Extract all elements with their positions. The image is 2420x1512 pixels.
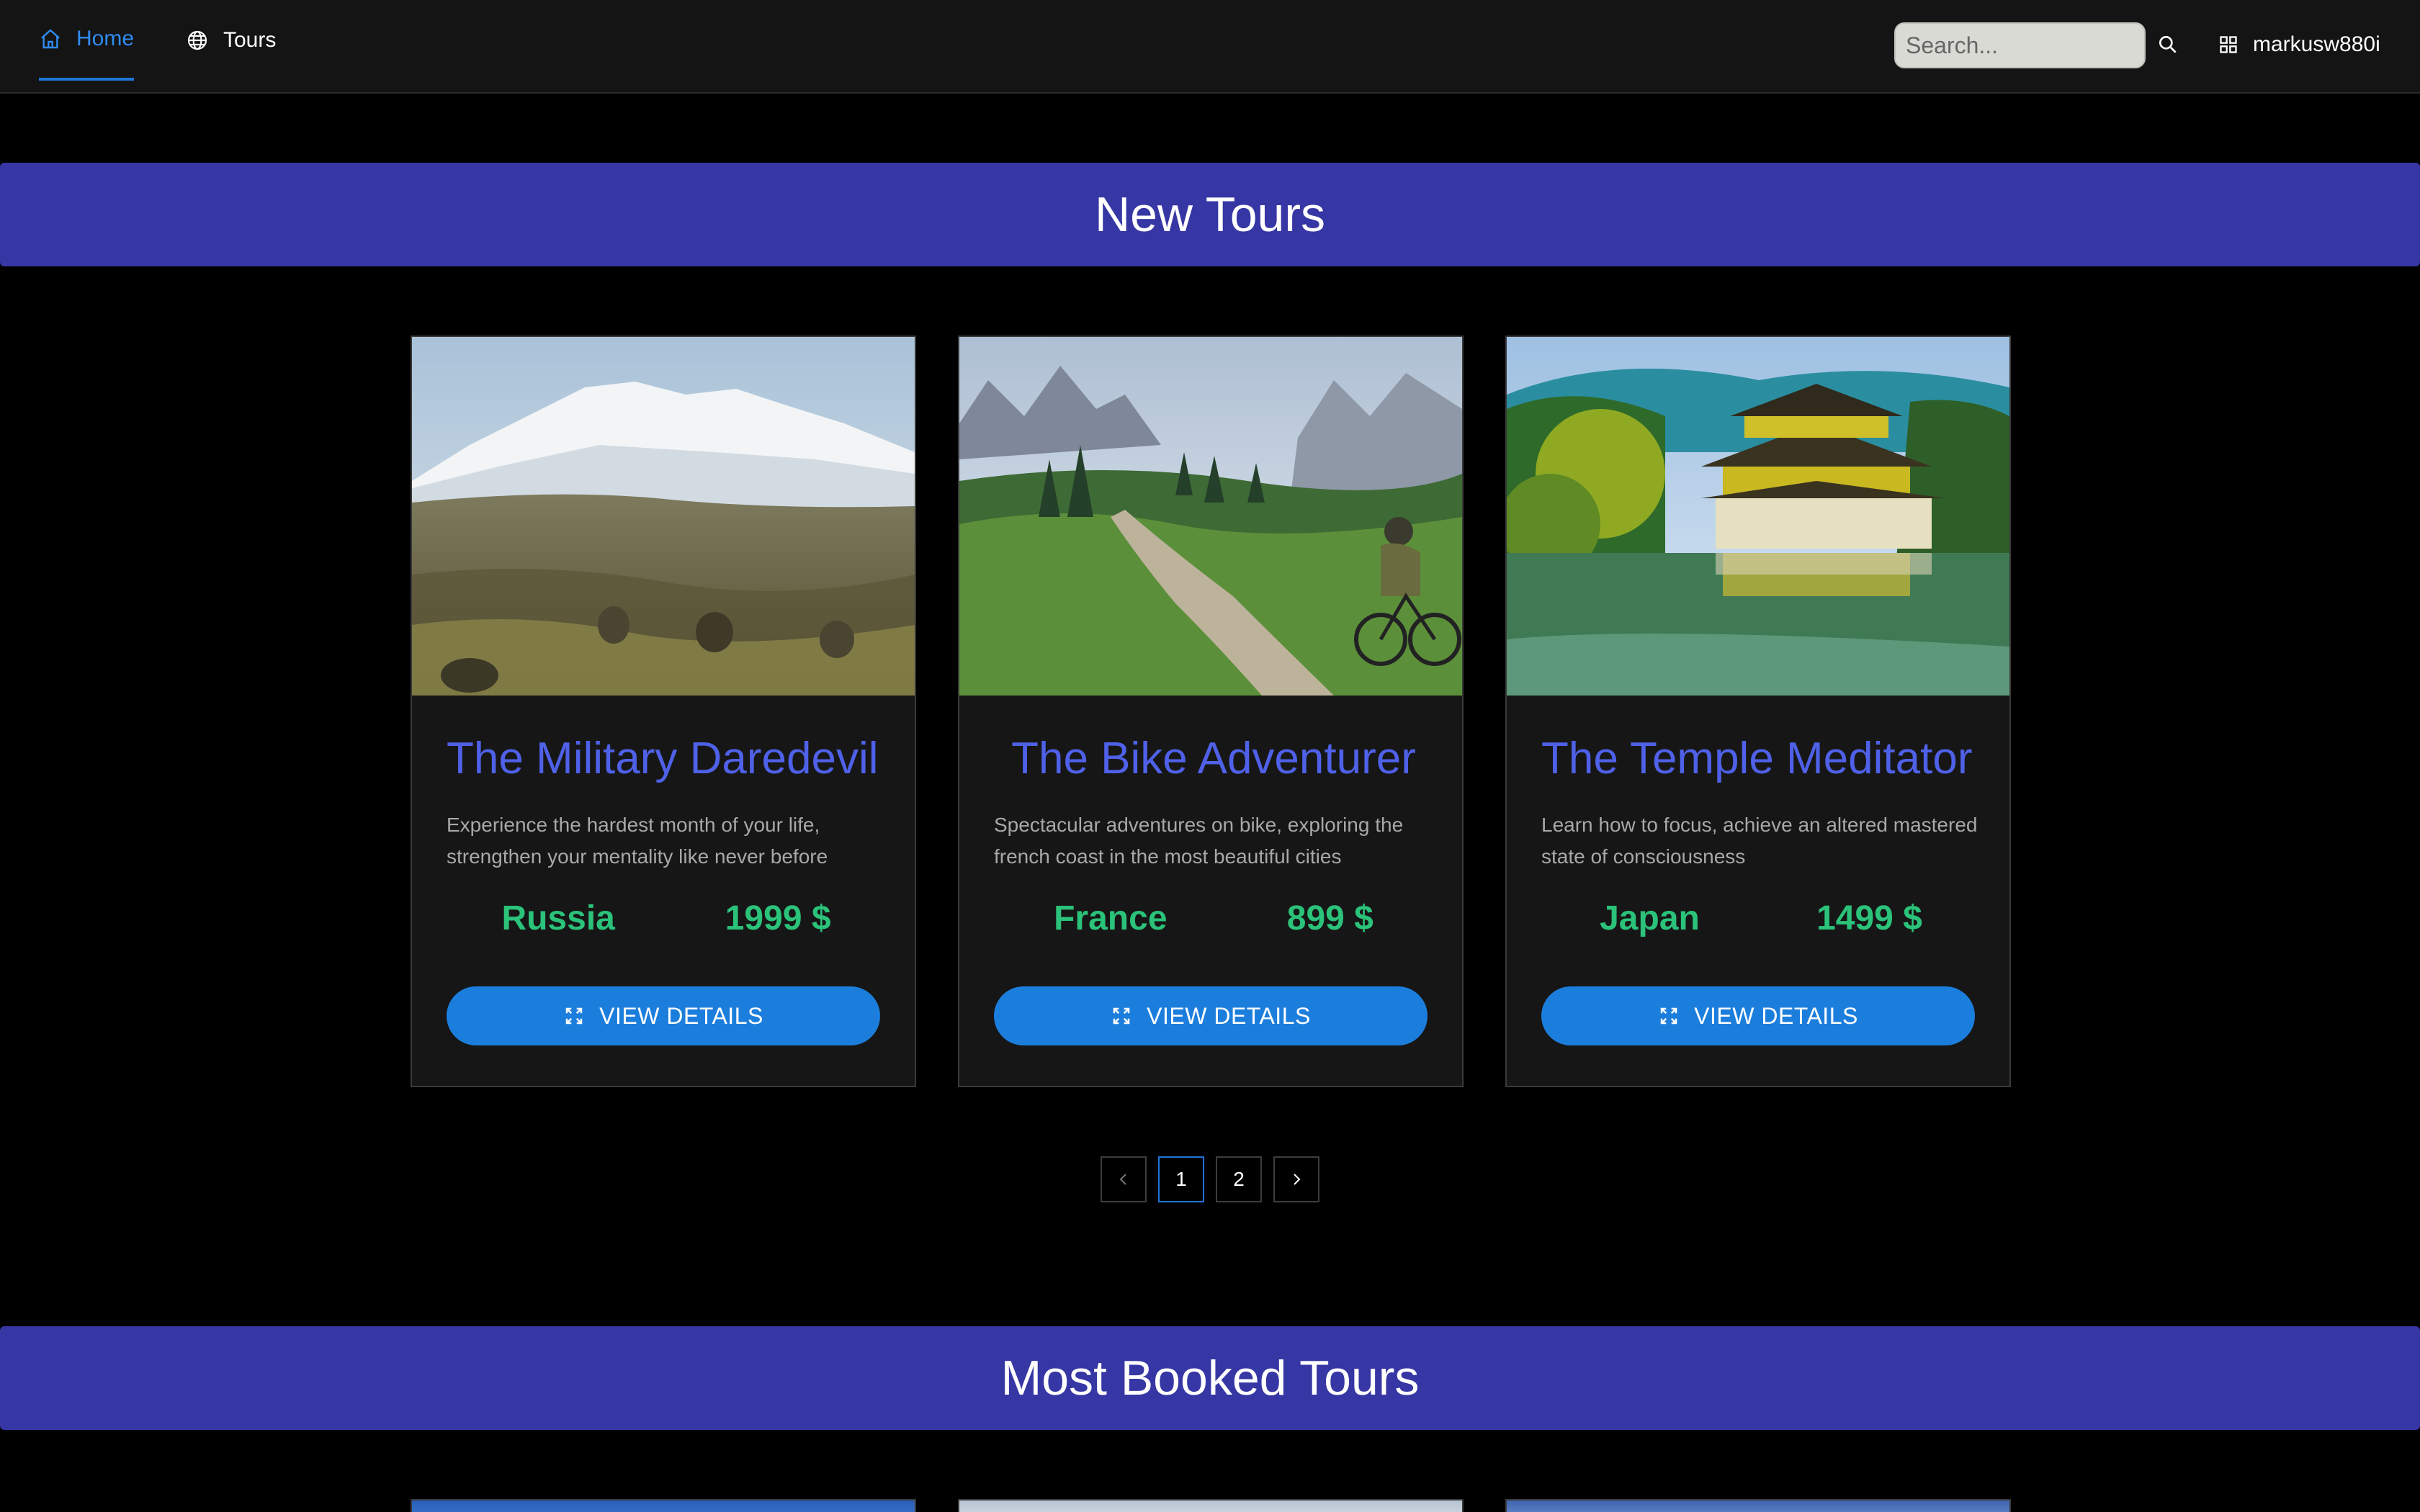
tour-card: The Bike Adventurer Spectacular adventur… [958,336,1464,1087]
new-tours-banner: New Tours [0,163,2420,266]
tour-description: Spectacular adventures on bike, explorin… [994,814,1404,868]
tour-country: Japan [1600,899,1700,937]
expand-icon [565,1007,583,1025]
tour-description: Learn how to focus, achieve an altered m… [1541,814,1978,868]
chevron-left-icon [1119,1174,1126,1185]
pagination-page-1[interactable]: 1 [1158,1156,1204,1202]
nav-home-link[interactable]: Home [39,0,135,81]
username-label: markusw880i [2253,32,2380,56]
tour-card: The Military Daredevil Experience the ha… [411,336,916,1087]
tour-meta: France 899 $ [994,899,1433,938]
tour-price: 899 $ [1286,899,1373,937]
top-navbar: Home Tours markusw880i [0,0,2420,94]
tour-country: Russia [501,899,615,937]
view-details-button[interactable]: VIEW DETAILS [1541,986,1975,1045]
tour-title: The Military Daredevil [447,734,879,783]
grid-icon [2220,36,2237,53]
tour-country: France [1054,899,1168,937]
tour-meta: Russia 1999 $ [447,899,886,938]
expand-icon [1113,1007,1130,1025]
tour-card: The Temple Meditator Learn how to focus,… [1505,336,2011,1087]
view-details-button[interactable]: VIEW DETAILS [994,986,1428,1045]
tour-title: The Temple Meditator [1541,734,1973,783]
search-input[interactable] [1894,22,2146,68]
new-tours-title: New Tours [1095,187,1325,242]
most-booked-title: Most Booked Tours [1000,1351,1420,1405]
page-number: 1 [1175,1168,1187,1190]
nav-tours-link[interactable]: Tours [186,0,276,81]
mountain-bike-trail-photo [959,337,1462,696]
pagination-next-button[interactable] [1273,1156,1319,1202]
home-icon [41,29,60,49]
chevron-right-icon [1294,1174,1301,1185]
view-details-label: VIEW DETAILS [599,1002,763,1029]
view-details-button[interactable]: VIEW DETAILS [447,986,880,1045]
user-menu[interactable]: markusw880i [2218,0,2380,89]
globe-icon [187,30,207,50]
tour-title: The Bike Adventurer [1011,734,1416,783]
search-icon[interactable] [2156,33,2179,56]
expand-icon [1660,1007,1677,1025]
tour-price: 1999 $ [725,899,831,937]
nav-home-label: Home [76,27,135,50]
view-details-label: VIEW DETAILS [1694,1002,1858,1029]
tour-card-image-peek [411,1499,916,1512]
tour-price: 1499 $ [1816,899,1922,937]
golden-pavilion-temple-photo [1507,337,2009,696]
nav-tours-label: Tours [223,28,277,52]
view-details-label: VIEW DETAILS [1147,1002,1311,1029]
snowy-mountain-soldiers-photo [412,337,915,696]
most-booked-banner: Most Booked Tours [0,1326,2420,1430]
page-number: 2 [1233,1168,1245,1190]
pagination-prev-button[interactable] [1101,1156,1147,1202]
tour-card-image-peek [958,1499,1464,1512]
tour-meta: Japan 1499 $ [1541,899,1981,938]
pagination-page-2[interactable]: 2 [1216,1156,1262,1202]
tour-card-image-peek [1505,1499,2011,1512]
tour-description: Experience the hardest month of your lif… [447,814,828,868]
